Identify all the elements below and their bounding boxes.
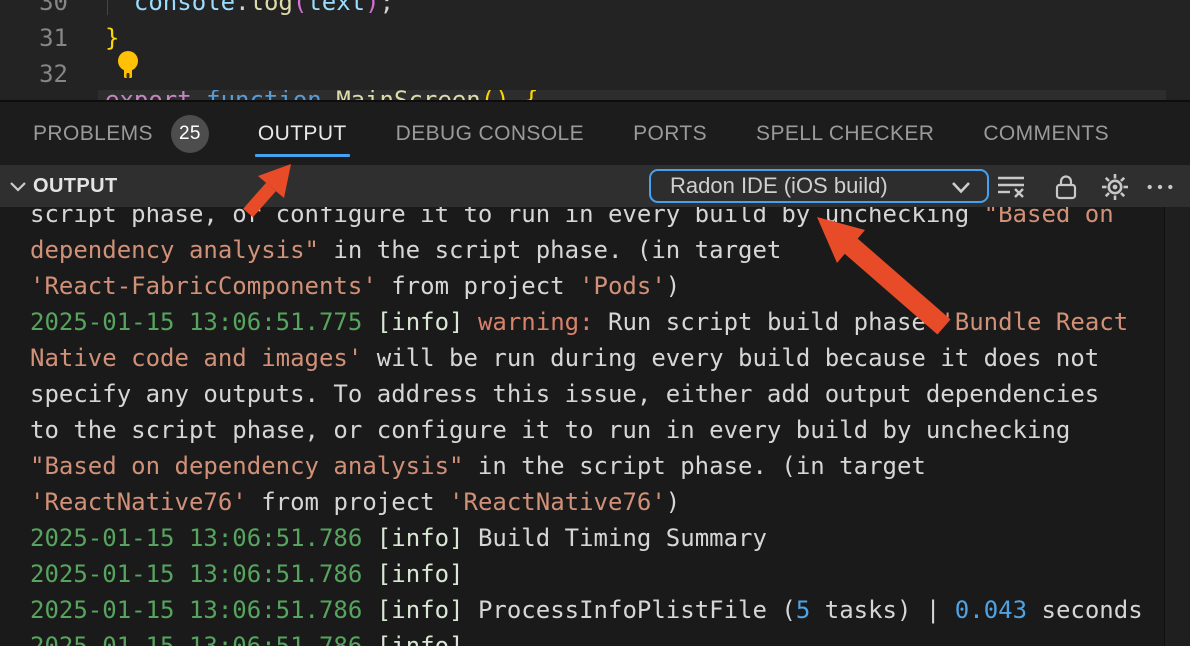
vertical-scrollbar[interactable] (1164, 207, 1190, 646)
tab-label: COMMENTS (983, 122, 1109, 146)
log-lines: script phase, or configure it to run in … (0, 207, 1190, 646)
log-line: 2025-01-15 13:06:51.786 [info] (0, 628, 1190, 646)
log-line: script phase, or configure it to run in … (0, 207, 1190, 232)
output-panel-title: OUTPUT (33, 165, 118, 207)
tab-output[interactable]: OUTPUT (258, 102, 347, 165)
lock-icon (1053, 173, 1079, 201)
code-line[interactable]: console.log(text); (105, 0, 394, 20)
log-line: Native code and images' will be run duri… (0, 340, 1190, 376)
tab-label: PROBLEMS (33, 122, 153, 146)
tab-label: DEBUG CONSOLE (396, 122, 584, 146)
current-line-highlight[interactable]: export function MainScreen() { (98, 90, 1166, 100)
code-line[interactable]: export function MainScreen() { (105, 90, 539, 100)
log-line: to the script phase, or configure it to … (0, 412, 1190, 448)
tab-spell-checker[interactable]: SPELL CHECKER (756, 102, 934, 165)
clear-output-button[interactable] (996, 172, 1026, 202)
log-line: 2025-01-15 13:06:51.786 [info] Build Tim… (0, 520, 1190, 556)
tab-debug-console[interactable]: DEBUG CONSOLE (396, 102, 584, 165)
log-line: "Based on dependency analysis" in the sc… (0, 448, 1190, 484)
tab-problems[interactable]: PROBLEMS 25 (33, 102, 209, 165)
tab-comments[interactable]: COMMENTS (983, 102, 1109, 165)
problems-count-badge: 25 (171, 115, 209, 153)
more-actions-button[interactable] (1145, 172, 1175, 202)
tab-label: SPELL CHECKER (756, 122, 934, 146)
clear-output-icon (996, 173, 1026, 201)
log-line: 'React-FabricComponents' from project 'P… (0, 268, 1190, 304)
ellipsis-icon (1145, 182, 1175, 192)
line-number: 32 (0, 56, 68, 92)
tab-label: OUTPUT (258, 122, 347, 146)
log-line: 2025-01-15 13:06:51.786 [info] ProcessIn… (0, 592, 1190, 628)
tab-label: PORTS (633, 122, 707, 146)
log-line: 2025-01-15 13:06:51.786 [info] (0, 556, 1190, 592)
output-log[interactable]: script phase, or configure it to run in … (0, 207, 1190, 646)
chevron-down-icon (951, 181, 971, 194)
lightbulb-icon[interactable] (115, 50, 141, 80)
log-line: 'ReactNative76' from project 'ReactNativ… (0, 484, 1190, 520)
gear-icon (1100, 172, 1130, 202)
active-tab-underline (255, 154, 350, 157)
output-channel-select[interactable]: Radon IDE (iOS build) (649, 169, 989, 203)
line-number: 30 (0, 0, 68, 20)
line-number: 31 (0, 20, 68, 56)
lock-scroll-button[interactable] (1051, 172, 1081, 202)
log-line: specify any outputs. To address this iss… (0, 376, 1190, 412)
settings-button[interactable] (1100, 172, 1130, 202)
log-line: dependency analysis" in the script phase… (0, 232, 1190, 268)
log-line: 2025-01-15 13:06:51.775 [info] warning: … (0, 304, 1190, 340)
tab-ports[interactable]: PORTS (633, 102, 707, 165)
output-toolbar: OUTPUT Radon IDE (iOS build) (0, 165, 1190, 207)
vscode-window: 30 31 32 console.log(text); } export fun… (0, 0, 1190, 646)
collapse-chevron-icon[interactable] (7, 177, 29, 195)
panel-tab-bar: PROBLEMS 25 OUTPUT DEBUG CONSOLE PORTS S… (0, 102, 1190, 165)
code-editor[interactable]: 30 31 32 console.log(text); } export fun… (0, 0, 1190, 100)
output-channel-value: Radon IDE (iOS build) (670, 173, 888, 198)
